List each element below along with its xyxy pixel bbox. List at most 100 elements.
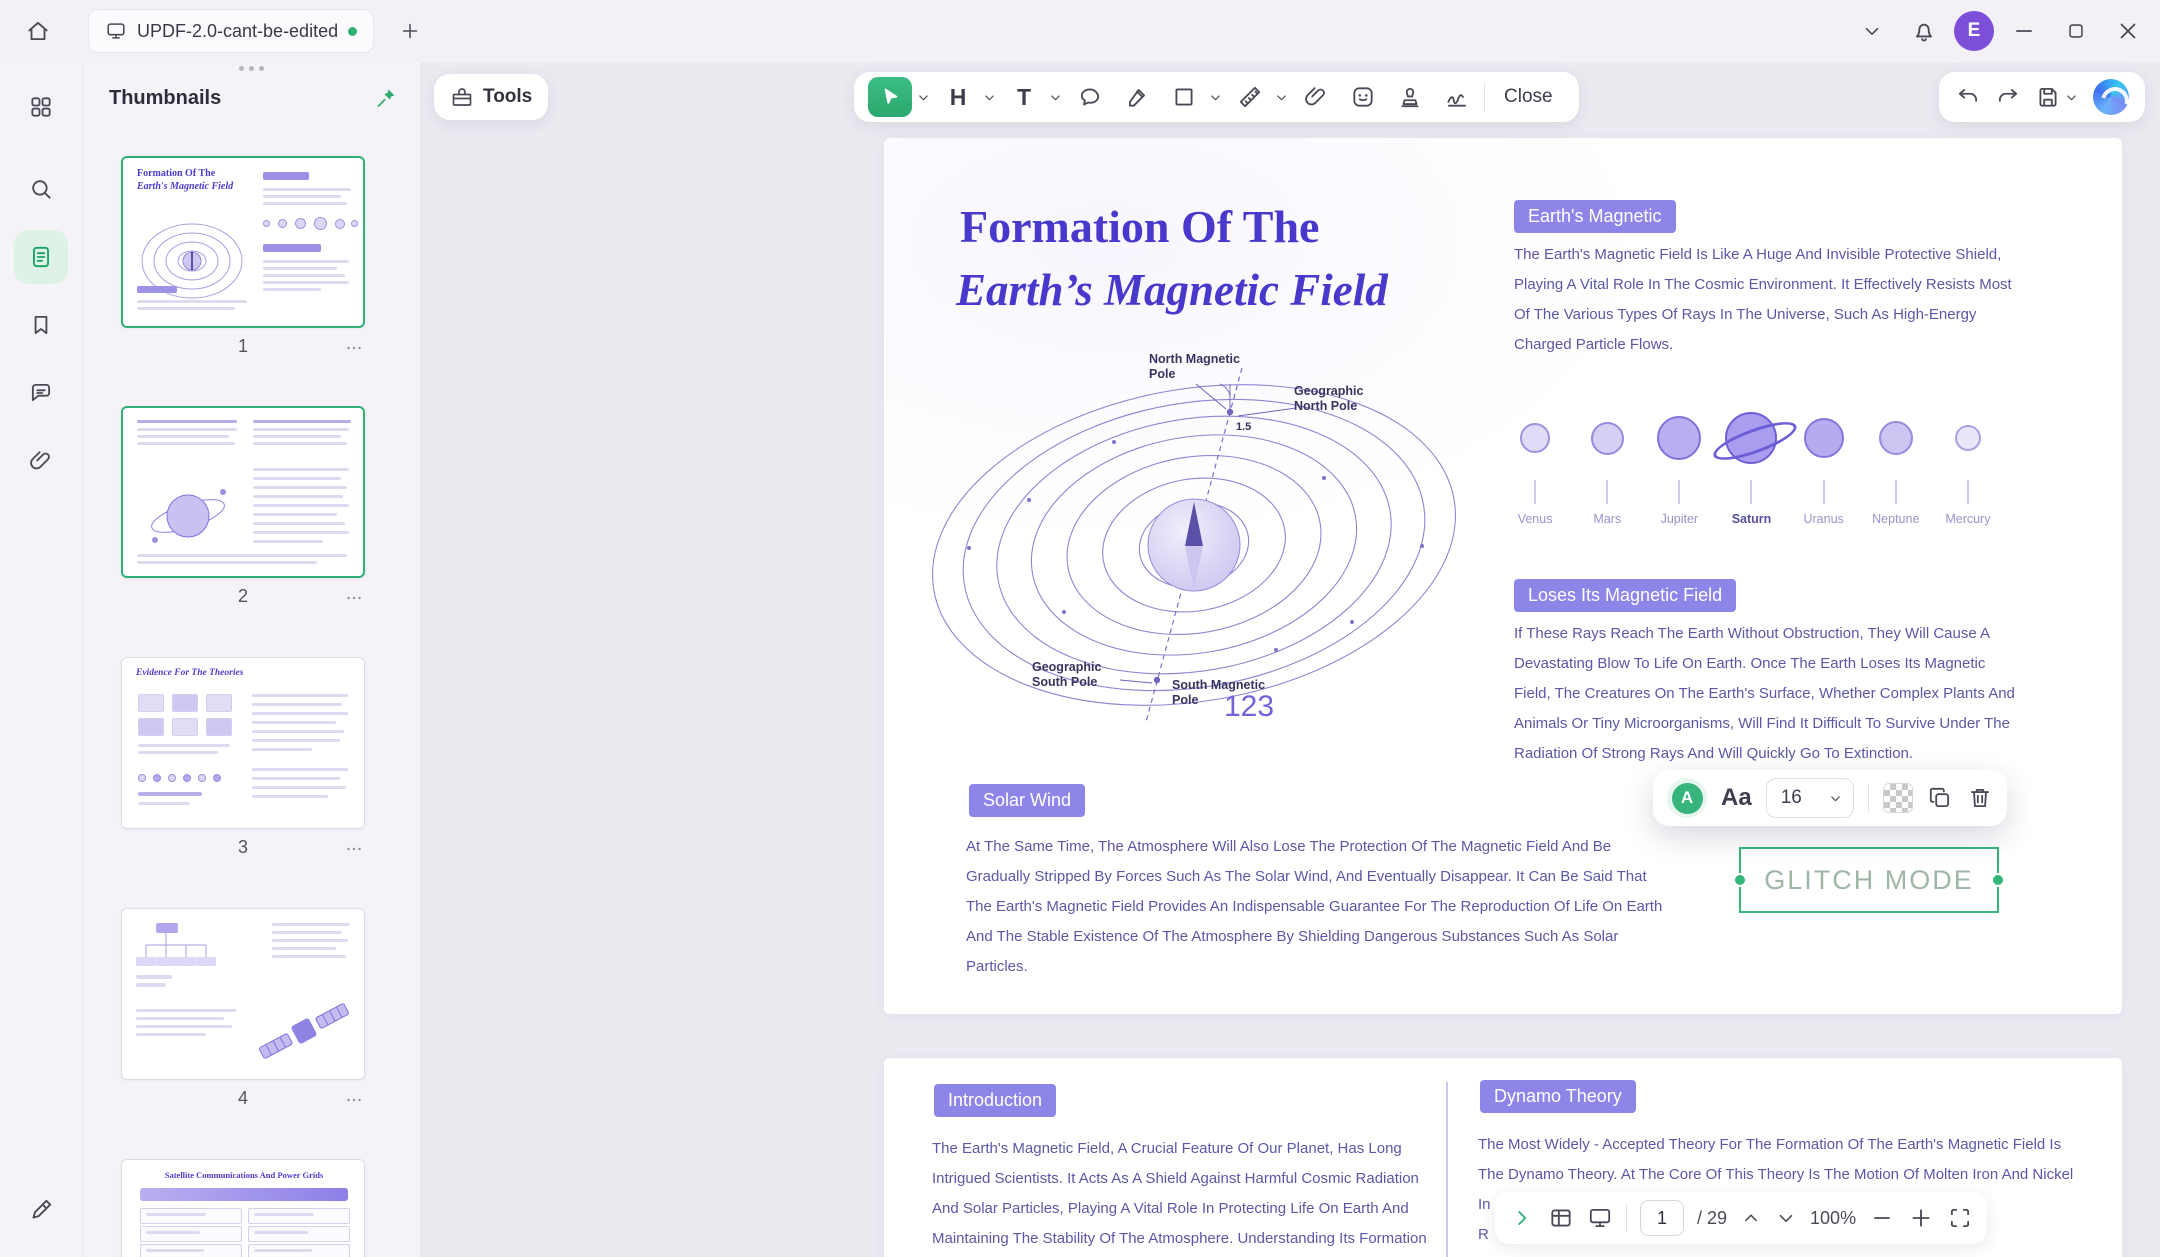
resize-handle-right[interactable] [1993, 875, 2003, 885]
page-thumbnail-1[interactable]: Formation Of The Earth's Magnetic Field [121, 156, 365, 328]
search-button[interactable] [14, 162, 68, 216]
delete-button[interactable] [1967, 785, 1993, 811]
label-geographic-north-pole: Geographic North Pole [1294, 384, 1376, 414]
save-button[interactable] [2035, 84, 2079, 110]
page-thumbnail-2[interactable] [121, 406, 365, 578]
fit-screen-button[interactable] [1947, 1205, 1973, 1231]
font-color-button[interactable]: A [1667, 778, 1707, 818]
page-thumbnail-3[interactable]: Evidence For The Theories [121, 657, 365, 829]
highlight-tool-button[interactable] [1117, 77, 1157, 117]
expand-panel-button[interactable] [1509, 1205, 1535, 1231]
new-tab-button[interactable] [388, 9, 432, 53]
home-button[interactable] [16, 9, 60, 53]
page-grid-button[interactable] [1548, 1205, 1574, 1231]
zoom-out-button[interactable] [1869, 1205, 1895, 1231]
document-tab-icon [105, 20, 127, 42]
zoom-in-button[interactable] [1908, 1205, 1934, 1231]
page-thumbnail-5[interactable]: Satellite Communications And Power Grids [121, 1159, 365, 1257]
comment-tool-button[interactable] [1070, 77, 1110, 117]
selected-text-box[interactable]: GLITCH MODE [1739, 847, 1999, 913]
close-window-button[interactable] [2106, 9, 2150, 53]
comments-button[interactable] [14, 366, 68, 420]
paragraph-loses-field: If These Rays Reach The Earth Without Ob… [1514, 619, 2019, 769]
select-tool-chevron[interactable] [915, 77, 931, 117]
column-divider [1446, 1082, 1448, 1257]
collapse-toolbar-button[interactable] [1850, 9, 1894, 53]
save-chevron [2064, 90, 2079, 105]
inserted-text-123[interactable]: 123 [1224, 690, 1274, 724]
pin-icon[interactable] [374, 86, 398, 110]
heading-tool-button[interactable]: H [938, 77, 978, 117]
paragraph-solar-wind: At The Same Time, The Atmosphere Will Al… [966, 832, 1666, 982]
planet-saturn: Saturn [1715, 396, 1787, 526]
resize-handle-left[interactable] [1735, 875, 1745, 885]
shape-tool-chevron[interactable] [1207, 77, 1223, 117]
undo-button[interactable] [1955, 84, 1981, 110]
measure-tool-button[interactable] [1230, 77, 1270, 117]
font-style-button[interactable]: Aa [1721, 784, 1752, 812]
close-button[interactable]: Close [1492, 86, 1565, 108]
tools-button[interactable]: Tools [434, 74, 548, 120]
planet-mercury: Mercury [1932, 396, 2004, 526]
thumbnails-panel: Thumbnails Formation Of The Earth's Magn… [83, 62, 421, 1257]
notifications-button[interactable] [1902, 9, 1946, 53]
duplicate-button[interactable] [1927, 785, 1953, 811]
shape-tool-button[interactable] [1164, 77, 1204, 117]
thumbnail-more-button[interactable] [343, 337, 365, 359]
badge-earths-magnetic: Earth's Magnetic [1514, 200, 1676, 233]
presentation-button[interactable] [1587, 1205, 1613, 1231]
apps-grid-button[interactable] [14, 80, 68, 134]
page-number-label: 4 [121, 1088, 365, 1109]
page-next-button[interactable] [1775, 1207, 1797, 1229]
history-save-toolbar [1939, 72, 2145, 122]
text-tool-button[interactable]: T [1004, 77, 1044, 117]
toolbar-divider [1484, 83, 1485, 111]
heading-tool-chevron[interactable] [981, 77, 997, 117]
paragraph-introduction: The Earth's Magnetic Field, A Crucial Fe… [932, 1134, 1432, 1254]
pen-tool-button[interactable] [14, 1183, 68, 1237]
attachment-tool-button[interactable] [1296, 77, 1336, 117]
select-tool-button[interactable] [868, 77, 912, 117]
titlebar: UPDF-2.0-cant-be-edited E [0, 0, 2160, 62]
badge-introduction: Introduction [934, 1084, 1056, 1117]
stamp-tool-button[interactable] [1390, 77, 1430, 117]
account-avatar[interactable]: E [1954, 11, 1994, 51]
selected-text: GLITCH MODE [1764, 865, 1974, 896]
planets-row: Venus Mars Jupiter Saturn Uranus [1499, 396, 2004, 526]
text-tool-chevron[interactable] [1047, 77, 1063, 117]
opacity-button[interactable] [1883, 783, 1913, 813]
badge-solar-wind: Solar Wind [969, 784, 1085, 817]
bookmarks-button[interactable] [14, 298, 68, 352]
thumbnails-panel-title: Thumbnails [109, 87, 221, 110]
redo-button[interactable] [1995, 84, 2021, 110]
thumbnails-panel-button[interactable] [14, 230, 68, 284]
document-title-line1: Formation Of The [960, 200, 1319, 253]
attachments-button[interactable] [14, 434, 68, 488]
magnetic-field-diagram: North Magnetic Pole Geographic North Pol… [924, 350, 1484, 760]
bar-divider [1626, 1204, 1627, 1232]
thumbnail-more-button[interactable] [343, 838, 365, 860]
page-previous-button[interactable] [1740, 1207, 1762, 1229]
page-number-input[interactable]: 1 [1640, 1200, 1684, 1236]
thumbnail-more-button[interactable] [343, 587, 365, 609]
label-geographic-south-pole: Geographic South Pole [1032, 660, 1114, 690]
page-thumbnail-4[interactable] [121, 908, 365, 1080]
minimize-button[interactable] [2002, 9, 2046, 53]
main-toolbar: H T Close [854, 72, 1579, 122]
document-viewport: Formation Of The Earth’s Magnetic Field [420, 62, 2160, 1257]
planet-venus: Venus [1499, 396, 1571, 526]
ai-assistant-button[interactable] [2093, 79, 2129, 115]
format-divider [1868, 784, 1869, 812]
text-format-toolbar: A Aa 16 [1653, 770, 2007, 826]
signature-tool-button[interactable] [1437, 77, 1477, 117]
document-tab[interactable]: UPDF-2.0-cant-be-edited [88, 9, 374, 53]
page-navigation-bar: 1 / 29 100% [1495, 1192, 1987, 1244]
sticker-tool-button[interactable] [1343, 77, 1383, 117]
planet-neptune: Neptune [1860, 396, 1932, 526]
measure-tool-chevron[interactable] [1273, 77, 1289, 117]
maximize-button[interactable] [2054, 9, 2098, 53]
badge-dynamo-theory: Dynamo Theory [1480, 1080, 1636, 1113]
font-size-select[interactable]: 16 [1766, 778, 1854, 818]
thumbnail-more-button[interactable] [343, 1089, 365, 1111]
panel-drag-handle[interactable] [83, 66, 420, 71]
